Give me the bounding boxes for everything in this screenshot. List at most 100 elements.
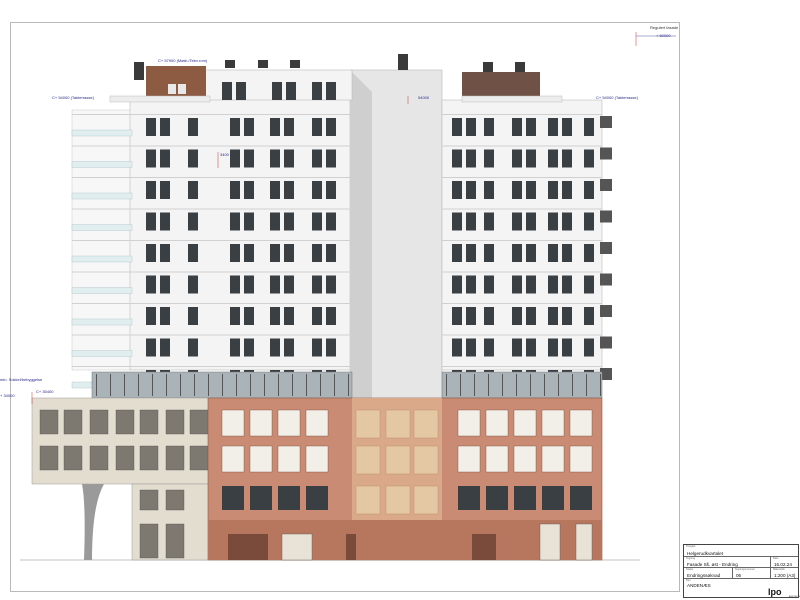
mullion xyxy=(586,374,587,396)
tower-window xyxy=(326,275,336,294)
tower-window xyxy=(512,244,522,262)
mullion xyxy=(124,374,125,396)
level-top-note: + 60000 xyxy=(656,33,671,38)
tower-left-block xyxy=(129,97,353,371)
mullion xyxy=(600,374,601,396)
tower-window xyxy=(160,149,170,168)
tower-window xyxy=(526,275,536,294)
tower-window xyxy=(466,338,476,357)
podium-left-note: C+ 35400 xyxy=(36,389,54,394)
brick-window xyxy=(513,445,537,473)
tower-window xyxy=(230,338,240,357)
tower-window xyxy=(512,307,522,325)
brick-window-dark xyxy=(542,486,564,510)
floor-line xyxy=(442,177,602,178)
brick-window xyxy=(485,445,509,473)
roof-box-window xyxy=(168,84,176,94)
drawing-number-label: Tegningsnummer xyxy=(735,568,755,571)
tower-window xyxy=(312,244,322,262)
tower-window xyxy=(548,338,558,357)
tower-window xyxy=(452,338,462,357)
stone-window xyxy=(139,445,159,471)
tower-window xyxy=(312,338,322,357)
tower-window xyxy=(146,181,156,199)
tower-window xyxy=(188,212,198,231)
penthouse-window xyxy=(326,82,336,100)
tower-window xyxy=(312,181,322,199)
tower-window xyxy=(584,118,594,136)
floor-line xyxy=(442,208,602,210)
tower-window xyxy=(270,149,280,168)
tower-window xyxy=(244,181,254,199)
tower-window xyxy=(548,244,558,262)
service-door xyxy=(472,534,496,560)
tower-window xyxy=(526,149,536,168)
floor-line xyxy=(442,145,602,147)
stone-window xyxy=(63,409,83,435)
tower-window xyxy=(452,275,462,294)
floor-line xyxy=(442,334,602,336)
tower-window xyxy=(562,149,572,168)
tower-window xyxy=(584,244,594,262)
tower-window xyxy=(312,307,322,325)
floor-line xyxy=(72,271,352,273)
tower-window xyxy=(230,181,240,199)
penthouse-window xyxy=(222,82,232,100)
tower-window xyxy=(270,181,280,199)
tower-window xyxy=(562,338,572,357)
roof-left-note: C+ 57900 (Møte-/Tekn.rom) xyxy=(158,58,208,63)
tower-window xyxy=(452,149,462,168)
drawing-label: Tegning xyxy=(686,557,696,560)
tower-window xyxy=(512,212,522,231)
stone-window xyxy=(165,409,185,435)
tower-window xyxy=(270,118,280,136)
tower-window xyxy=(326,244,336,262)
tower-window xyxy=(326,212,336,231)
tower-window xyxy=(160,307,170,325)
floor-line xyxy=(72,208,352,210)
brick-window-dark xyxy=(486,486,508,510)
tower-window xyxy=(146,244,156,262)
mullion xyxy=(348,374,349,396)
stone-window xyxy=(165,445,185,471)
penthouse-window xyxy=(312,82,322,100)
center-panel-tile xyxy=(355,445,381,475)
center-panel-tile xyxy=(385,409,411,439)
floor-line xyxy=(72,145,352,147)
mullion xyxy=(334,374,335,396)
company-logo-subtitle: ARKITEKTER xyxy=(789,595,800,598)
brick-window-dark xyxy=(570,486,592,510)
stone-window xyxy=(139,409,159,435)
brick-window-dark xyxy=(458,486,480,510)
balcony-glass xyxy=(71,161,133,168)
brick-window xyxy=(277,409,301,437)
tower-window xyxy=(270,338,280,357)
floor-line xyxy=(442,271,602,273)
tower-window xyxy=(146,149,156,168)
tower-window xyxy=(466,275,476,294)
project-label: Prosjekt xyxy=(686,545,696,548)
balcony-glass xyxy=(71,350,133,357)
company-logo: lpo xyxy=(768,587,782,597)
mullion xyxy=(264,374,265,396)
tower-window xyxy=(484,149,494,168)
roof-box-window xyxy=(178,84,186,94)
mullion xyxy=(152,374,153,396)
mullion xyxy=(544,374,545,396)
brick-window xyxy=(485,409,509,437)
tower-window xyxy=(230,149,240,168)
center-panel-tile xyxy=(413,445,439,475)
penthouse-window xyxy=(286,82,296,100)
glass-band-right xyxy=(441,371,603,399)
brick-window xyxy=(541,445,565,473)
stone-window xyxy=(39,445,59,471)
tower-window xyxy=(188,307,198,325)
tower-window xyxy=(484,307,494,325)
balcony-glass xyxy=(71,287,133,294)
tower-window xyxy=(284,118,294,136)
brick-window-dark xyxy=(250,486,272,510)
tower-window xyxy=(270,244,280,262)
tower-window xyxy=(484,275,494,294)
tower-window xyxy=(188,149,198,168)
penthouse-window xyxy=(272,82,282,100)
